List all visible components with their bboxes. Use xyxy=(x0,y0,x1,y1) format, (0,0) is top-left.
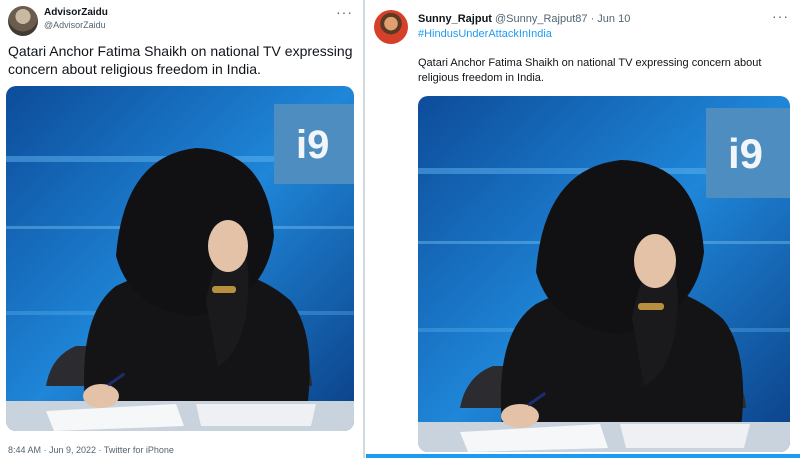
channel-logo: i9 xyxy=(728,130,763,177)
avatar[interactable] xyxy=(374,10,408,44)
handle-and-date[interactable]: @Sunny_Rajput87 · Jun 10 xyxy=(495,13,630,25)
tweet-text: Qatari Anchor Fatima Shaikh on national … xyxy=(8,43,353,77)
user-handle[interactable]: @AdvisorZaidu xyxy=(44,20,106,30)
right-tweet[interactable]: Sunny_Rajput @Sunny_Rajput87 · Jun 10 #H… xyxy=(366,0,800,458)
hashtag-link[interactable]: #HindusUnderAttackInIndia xyxy=(418,28,552,40)
tweet-text: Qatari Anchor Fatima Shaikh on national … xyxy=(418,57,762,84)
tweet-timestamp[interactable]: 8:44 AM · Jun 9, 2022 · Twitter for iPho… xyxy=(8,445,174,455)
tweet-header: Sunny_Rajput @Sunny_Rajput87 · Jun 10 xyxy=(418,13,630,25)
tweet-media-image[interactable]: i9 xyxy=(418,96,790,452)
tweet-divider xyxy=(363,0,365,458)
channel-logo: i9 xyxy=(296,123,329,167)
more-horizontal-icon[interactable]: ··· xyxy=(772,8,789,24)
display-name[interactable]: AdvisorZaidu xyxy=(44,7,108,18)
avatar[interactable] xyxy=(8,6,38,36)
more-horizontal-icon[interactable]: ··· xyxy=(336,4,353,20)
bottom-accent-strip xyxy=(366,454,800,458)
news-anchor-photo: i9 xyxy=(6,86,354,431)
news-anchor-photo: i9 xyxy=(418,96,790,452)
tweet-media-image[interactable]: i9 xyxy=(6,86,354,431)
left-tweet[interactable]: AdvisorZaidu @AdvisorZaidu ··· Qatari An… xyxy=(0,0,362,458)
display-name[interactable]: Sunny_Rajput xyxy=(418,13,492,25)
